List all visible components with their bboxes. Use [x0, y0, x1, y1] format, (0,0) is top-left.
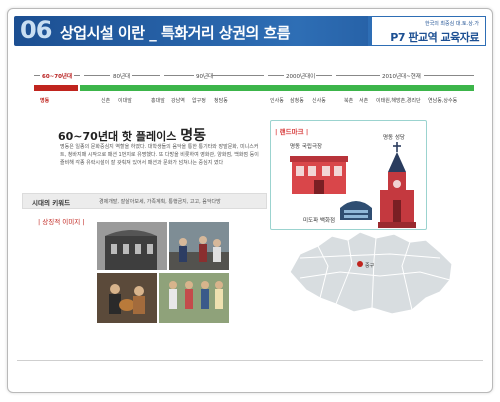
fashion-photo-icon	[159, 273, 229, 323]
era-line	[74, 75, 80, 76]
photo-building	[97, 222, 167, 270]
place-label: 신촌	[101, 98, 111, 104]
image-label-text: 상징적 이미지	[42, 218, 81, 226]
location-marker-icon	[357, 261, 363, 267]
landmark-title-text: 랜드마크	[279, 128, 304, 136]
place-label: 청담동	[214, 98, 228, 104]
theater-label: 명동 국립극장	[290, 144, 323, 150]
map-district-label: 중구	[365, 263, 375, 269]
landmark-title: | 랜드마크 |	[275, 128, 309, 136]
place-label: 삼청동	[290, 98, 304, 104]
cathedral-label: 명동 성당	[383, 135, 405, 141]
era-line	[84, 75, 110, 76]
theater-icon	[290, 156, 348, 194]
place-label: 압구정	[192, 98, 206, 104]
header-subtitle: 한국의 최중심 대.토.상.가	[425, 21, 479, 27]
place-label: 이대앞	[118, 98, 132, 104]
era-line	[336, 75, 380, 76]
bottom-divider	[17, 360, 483, 361]
header-right-box: 한국의 최중심 대.토.상.가 P7 판교역 교육자료	[368, 16, 486, 46]
era-line	[132, 75, 160, 76]
guitar-photo-icon	[97, 273, 157, 323]
era-label: 80년대	[113, 74, 131, 80]
era-label: 2000년대이	[286, 74, 316, 80]
era-line	[268, 75, 284, 76]
department-store-icon	[340, 201, 372, 220]
timeline: 60~70년대 80년대 90년대 2000년대이 2010년대~현재 명동 신…	[34, 72, 474, 112]
page-header: 06 상업시설 이란 _ 특화거리 상권의 흐름 한국의 최중심 대.토.상.가…	[14, 16, 486, 46]
photo-guitar	[97, 273, 157, 323]
place-description: 명동은 일종의 문화중심지 역할을 하였다. 대학생들의 음악을 통한 통기타와…	[60, 144, 259, 166]
place-label: 강남역	[171, 98, 185, 104]
building-photo-icon	[97, 222, 167, 270]
place-label: 홍대앞	[151, 98, 165, 104]
keyword-label: 시대의 키워드	[32, 199, 71, 207]
era-line	[212, 75, 264, 76]
seoul-map-icon	[289, 231, 453, 315]
era-label: 60~70년대	[42, 74, 73, 80]
era-line	[34, 75, 40, 76]
place-label: 인사동	[270, 98, 284, 104]
timeline-bar-later	[80, 85, 474, 91]
cathedral-icon	[378, 142, 416, 228]
photo-street	[169, 222, 229, 270]
seoul-map	[280, 218, 466, 320]
era-label: 90년대	[196, 74, 214, 80]
place-label: 북촌	[344, 98, 354, 104]
place-label: 이태원,해방촌,경리단	[376, 98, 421, 104]
section-heading: 60~70년대 핫 플레이스 명동	[58, 125, 206, 145]
era-line	[164, 75, 194, 76]
place-label: 신사동	[312, 98, 326, 104]
image-label: | 상징적 이미지 |	[38, 218, 85, 226]
section-number: 06	[20, 16, 52, 44]
header-right-title: P7 판교역 교육자료	[390, 31, 479, 44]
timeline-bar-past	[34, 85, 78, 91]
era-label: 2010년대~현재	[382, 74, 421, 80]
keyword-bar: 시대의 키워드 경제개발, 잘살아보세, 가족계획, 통행금지, 고고, 음악다…	[22, 193, 267, 209]
era-heading: 60~70년대 핫 플레이스	[58, 130, 177, 143]
department-store-label: 미도파 백화점	[303, 218, 336, 224]
era-line	[316, 75, 332, 76]
keyword-value: 경제개발, 잘살아보세, 가족계획, 통행금지, 고고, 음악다방	[99, 199, 221, 205]
street-photo-icon	[169, 222, 229, 270]
place-heading: 명동	[180, 128, 206, 144]
place-label: 연남동,상수동	[428, 98, 458, 104]
page-title: 상업시설 이란 _ 특화거리 상권의 흐름	[60, 24, 291, 42]
photo-fashion	[159, 273, 229, 323]
place-label: 명동	[40, 98, 50, 104]
era-line	[424, 75, 474, 76]
place-label: 서촌	[359, 98, 369, 104]
